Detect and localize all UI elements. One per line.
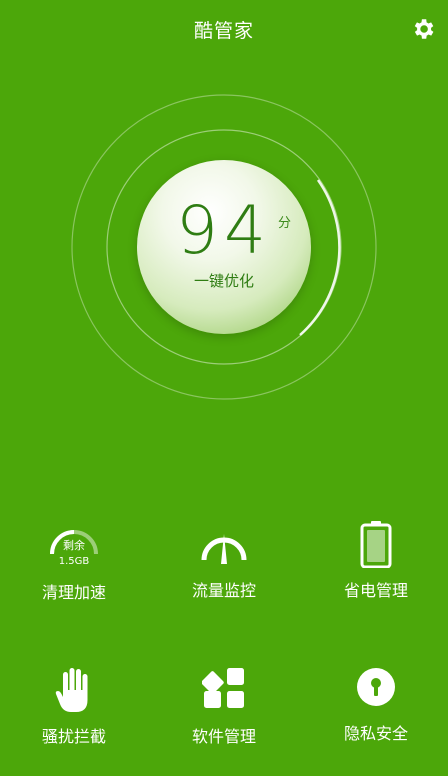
score-unit: 分 (278, 216, 292, 231)
battery-icon (360, 521, 392, 568)
tool-label: 流量监控 (191, 581, 256, 600)
keyhole-icon (357, 668, 395, 706)
memory-gauge-icon: 剩余 1.5GB (44, 520, 104, 578)
memory-remaining-label: 剩余 (63, 539, 85, 552)
tool-traffic-monitor[interactable]: 流量监控 (154, 520, 294, 630)
apps-grid-icon (202, 668, 244, 708)
tool-label: 省电管理 (343, 581, 408, 600)
tool-cleanup-speedup[interactable]: 剩余 1.5GB 清理加速 (4, 520, 144, 630)
score-orb[interactable]: 94 分 一键优化 (137, 160, 311, 334)
gear-icon[interactable] (410, 16, 436, 42)
tool-privacy-security[interactable]: 隐私安全 (306, 666, 446, 776)
memory-remaining-value: 1.5GB (58, 556, 90, 567)
app-title: 酷管家 (193, 20, 254, 42)
tool-label: 隐私安全 (343, 724, 408, 743)
tool-power-management[interactable]: 省电管理 (306, 520, 446, 630)
speedometer-icon (201, 534, 247, 564)
tool-label: 清理加速 (41, 583, 106, 602)
app-header: 酷管家 (0, 0, 448, 60)
tool-harassment-block[interactable]: 骚扰拦截 (4, 666, 144, 776)
one-key-optimize-label: 一键优化 (193, 272, 254, 290)
hand-icon (55, 668, 88, 712)
tool-app-management[interactable]: 软件管理 (154, 666, 294, 776)
tool-label: 骚扰拦截 (41, 727, 106, 746)
score-value: 94 (176, 192, 272, 269)
tool-label: 软件管理 (191, 727, 256, 746)
